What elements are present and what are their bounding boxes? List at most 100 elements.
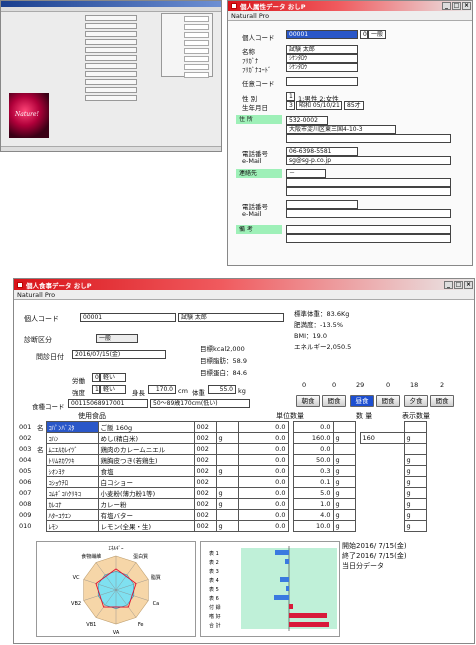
meal-button-snack3[interactable]: 間食 — [430, 395, 454, 407]
address2-input[interactable] — [286, 134, 451, 143]
menu-button[interactable] — [85, 15, 137, 21]
quantity[interactable]: 5.0 — [292, 487, 334, 499]
unit-quantity[interactable]: 0.0 — [237, 498, 289, 510]
close-icon[interactable]: × — [464, 280, 473, 289]
menu-button[interactable] — [85, 79, 137, 85]
menu-button[interactable] — [85, 47, 137, 53]
menu-button[interactable] — [85, 71, 137, 77]
height-input[interactable]: 170.0 — [148, 385, 176, 394]
display-quantity[interactable] — [360, 499, 404, 510]
quantity[interactable]: 50.0 — [292, 454, 334, 466]
table-row[interactable]: 007 ｺﾑｷﾞｺﾊｸﾘｷｺ 小麦粉(薄力粉1等) 002 g 0.0 5.0 g g — [17, 487, 427, 499]
quantity[interactable]: 160.0 — [292, 432, 334, 444]
food-code[interactable]: ﾊﾀｰﾕｳｴﾝ — [45, 509, 99, 521]
food-name[interactable]: 白コショー — [97, 476, 195, 488]
unit-code[interactable]: 002 — [193, 465, 217, 477]
display-unit[interactable]: g — [403, 487, 427, 499]
minimize-icon[interactable]: _ — [442, 2, 451, 10]
food-name[interactable]: ご飯 160g — [97, 421, 195, 433]
food-code[interactable]: ｺﾊﾟﾝﾊﾞｽﾀ — [45, 421, 99, 433]
menu-button[interactable] — [85, 55, 137, 61]
unit-quantity[interactable]: 0.0 — [237, 465, 289, 477]
table-row[interactable]: 005 ｼｵﾝﾖｸ 食塩 002 g 0.0 0.3 g g — [17, 465, 427, 477]
unit-label[interactable]: g — [215, 487, 239, 499]
food-name[interactable]: レモン(全果・生) — [97, 520, 195, 532]
food-code[interactable]: ﾚﾓﾝ — [45, 520, 99, 532]
unit-quantity[interactable]: 0.0 — [237, 432, 289, 444]
food-code[interactable]: ｺﾑｷﾞｺﾊｸﾘｷｺ — [45, 487, 99, 499]
birth-date[interactable]: 昭和 05/10/21 — [296, 101, 342, 110]
food-name[interactable]: めし(精白米) — [97, 432, 195, 444]
unit-label[interactable] — [215, 476, 239, 488]
quantity[interactable]: 0.1 — [292, 476, 334, 488]
maximize-icon[interactable]: □ — [454, 280, 463, 289]
unit-code[interactable]: 002 — [193, 498, 217, 510]
table-row[interactable]: 008 ｶﾚｺﾅ カレー粉 002 g 0.0 1.0 g g — [17, 498, 427, 510]
table-row[interactable]: 004 ﾄﾘﾑﾈｶﾜﾂｷ 鶏胸皮つき(若鶏生) 002 0.0 50.0 g g — [17, 454, 427, 466]
food-name[interactable]: 鶏胸皮つき(若鶏生) — [97, 454, 195, 466]
contact-address2[interactable] — [286, 187, 451, 196]
quantity[interactable]: 4.0 — [292, 509, 334, 521]
note-input-1[interactable] — [286, 225, 451, 234]
work-no[interactable]: 0 — [92, 373, 100, 382]
meal-code-input[interactable]: 00115068917001 — [68, 399, 148, 408]
code-input[interactable]: 00001 — [286, 30, 358, 39]
display-unit[interactable]: g — [403, 432, 427, 444]
display-unit[interactable]: g — [403, 509, 427, 521]
display-quantity[interactable] — [360, 510, 404, 521]
quantity[interactable]: 10.0 — [292, 520, 334, 532]
display-quantity[interactable] — [360, 422, 404, 433]
table-row[interactable]: 001 名ｺﾊﾟﾝﾊﾞｽﾀ ご飯 160g 002 0.0 0.0 — [17, 421, 427, 433]
sex-input[interactable]: 1 — [286, 92, 295, 101]
name-input[interactable]: 試験 太郎 — [286, 45, 358, 54]
display-unit[interactable]: g — [403, 476, 427, 488]
mail2-input[interactable] — [286, 209, 451, 218]
kana2-input[interactable]: ｼｹﾝﾀﾛｳ — [286, 63, 358, 72]
unit-quantity[interactable]: 0.0 — [237, 421, 289, 433]
maximize-icon[interactable]: □ — [452, 2, 461, 10]
unit-code[interactable]: 002 — [193, 520, 217, 532]
unit-quantity[interactable]: 0.0 — [237, 443, 289, 455]
address1-input[interactable]: 大阪市淀川区東三国4-10-3 — [286, 125, 396, 134]
unit-code[interactable]: 002 — [193, 421, 217, 433]
menu-button[interactable] — [85, 31, 137, 37]
unit-code[interactable]: 002 — [193, 509, 217, 521]
food-name[interactable]: 有塩バター — [97, 509, 195, 521]
food-name[interactable]: 食塩 — [97, 465, 195, 477]
unit-code[interactable]: 002 — [193, 487, 217, 499]
table-row[interactable]: 006 ｺｼｮｳﾁﾛ 白コショー 002 0.0 0.1 g g — [17, 476, 427, 488]
display-quantity[interactable] — [360, 466, 404, 477]
food-code[interactable]: ｶﾚｺﾅ — [45, 498, 99, 510]
contact-address1[interactable] — [286, 178, 451, 187]
unit-label[interactable]: g — [215, 432, 239, 444]
kana1-input[interactable]: ｼｹﾝﾀﾛｳ — [286, 54, 358, 63]
unit-label[interactable]: g — [215, 498, 239, 510]
quantity[interactable]: 0.3 — [292, 465, 334, 477]
unit-label[interactable]: g — [215, 465, 239, 477]
unit-quantity[interactable]: 0.0 — [237, 509, 289, 521]
unit-quantity[interactable]: 0.0 — [237, 487, 289, 499]
unit-label[interactable] — [215, 509, 239, 521]
meal-button-lunch[interactable]: 昼食 — [350, 395, 374, 407]
tel2-input[interactable] — [286, 200, 358, 209]
note-input-2[interactable] — [286, 234, 451, 243]
food-code[interactable]: ｺﾊﾝ — [45, 432, 99, 444]
menubar[interactable]: Naturall Pro — [14, 290, 474, 300]
table-row[interactable]: 003 名ﾑﾆｴﾙｶﾚｲﾂﾞ 鶏肉のカレームニエル 002 0.0 0.0 — [17, 443, 427, 455]
meal-button-snack1[interactable]: 間食 — [322, 395, 346, 407]
food-code[interactable]: ﾑﾆｴﾙｶﾚｲﾂﾞ — [45, 443, 99, 455]
display-unit[interactable]: g — [403, 465, 427, 477]
display-quantity[interactable] — [360, 521, 404, 532]
unit-label[interactable] — [215, 443, 239, 455]
menu-button[interactable] — [85, 39, 137, 45]
unit-code[interactable]: 002 — [193, 443, 217, 455]
display-unit[interactable]: g — [403, 520, 427, 532]
unit-code[interactable]: 002 — [193, 432, 217, 444]
menu-button[interactable] — [85, 87, 137, 93]
table-row[interactable]: 009 ﾊﾀｰﾕｳｴﾝ 有塩バター 002 0.0 4.0 g g — [17, 509, 427, 521]
table-row[interactable]: 010 ﾚﾓﾝ レモン(全果・生) 002 g 0.0 10.0 g g — [17, 520, 427, 532]
birth-era[interactable]: 3 — [286, 101, 295, 110]
unit-label[interactable] — [215, 454, 239, 466]
display-quantity[interactable] — [360, 477, 404, 488]
quantity[interactable]: 0.0 — [292, 421, 334, 433]
